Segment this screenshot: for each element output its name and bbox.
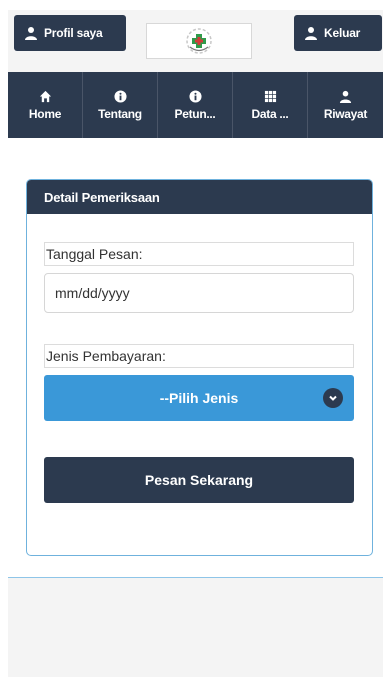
page-footer xyxy=(8,578,383,677)
logout-button[interactable]: Keluar xyxy=(294,15,382,51)
top-bar: Profil saya Keluar xyxy=(8,10,383,72)
submit-order-button[interactable]: Pesan Sekarang xyxy=(44,457,354,503)
user-icon xyxy=(339,90,352,103)
nav-item-data[interactable]: Data ... xyxy=(233,72,308,138)
nav-item-label: Petun... xyxy=(174,106,216,121)
main-content: Detail Pemeriksaan Tanggal Pesan: mm/dd/… xyxy=(8,138,383,578)
user-icon xyxy=(25,27,37,40)
nav-item-label: Tentang xyxy=(98,106,142,121)
submit-order-label: Pesan Sekarang xyxy=(144,472,254,488)
nav-item-petunjuk[interactable]: Petun... xyxy=(158,72,233,138)
info-icon xyxy=(188,89,202,103)
nav-item-riwayat[interactable]: Riwayat xyxy=(308,72,383,138)
panel-title: Detail Pemeriksaan xyxy=(27,180,372,214)
info-icon xyxy=(113,89,127,103)
chevron-down-icon xyxy=(323,388,343,408)
payment-label: Jenis Pembayaran: xyxy=(44,344,354,368)
order-form-panel: Detail Pemeriksaan Tanggal Pesan: mm/dd/… xyxy=(26,179,373,556)
nav-item-label: Riwayat xyxy=(323,106,368,121)
nav-item-home[interactable]: Home xyxy=(8,72,83,138)
payment-select-value: --Pilih Jenis xyxy=(159,390,239,406)
profile-button-label: Profil saya xyxy=(44,26,103,40)
payment-select[interactable]: --Pilih Jenis xyxy=(44,375,354,421)
date-label: Tanggal Pesan: xyxy=(44,242,354,266)
user-icon xyxy=(305,27,317,40)
home-icon xyxy=(39,90,51,102)
nav-item-label: Home xyxy=(28,106,62,121)
main-nav: Home Tentang Petun... Data ... Riwayat xyxy=(8,72,383,138)
logout-button-label: Keluar xyxy=(324,26,361,40)
grid-icon xyxy=(264,90,276,102)
nav-item-tentang[interactable]: Tentang xyxy=(83,72,158,138)
clinic-logo xyxy=(146,23,252,59)
app-frame: Profil saya Keluar Home Tentang Petun...… xyxy=(8,10,383,677)
clinic-logo-icon xyxy=(186,28,212,54)
nav-item-label: Data ... xyxy=(251,106,289,121)
date-input[interactable]: mm/dd/yyyy xyxy=(44,273,354,313)
profile-button[interactable]: Profil saya xyxy=(14,15,126,51)
